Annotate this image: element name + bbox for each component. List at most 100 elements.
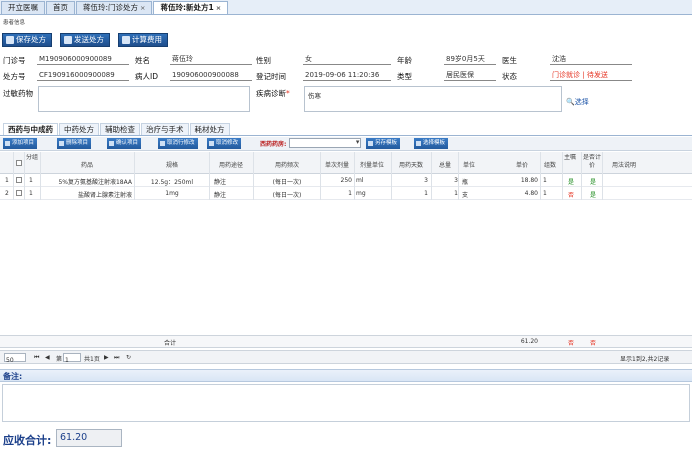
remarks-textarea[interactable]: [2, 384, 690, 422]
close-icon[interactable]: ×: [140, 4, 145, 12]
rx-no-field[interactable]: CF190916000900089: [37, 71, 129, 81]
send-icon: [64, 36, 72, 44]
patient-id-field[interactable]: 190906000900088: [170, 71, 252, 81]
subtab-treatment-surgery[interactable]: 治疗与手术: [141, 123, 189, 135]
tab-clinic-prescription[interactable]: 蒋伍玲:门诊处方 ×: [76, 1, 153, 14]
close-icon[interactable]: ×: [216, 4, 221, 12]
cell-groups[interactable]: 1: [543, 190, 547, 197]
tab-home[interactable]: 首页: [46, 1, 75, 14]
cell-unit[interactable]: 支: [462, 190, 468, 199]
cell-days[interactable]: 1: [392, 190, 428, 197]
prescription-grid: 分组 药品 规格 用药途径 用药频次 单次剂量 剂量单位 用药天数 总量 单位 …: [0, 152, 692, 350]
first-page-icon[interactable]: ⏮: [34, 354, 39, 362]
tab-new-prescription[interactable]: 蒋伍玲:新处方1 ×: [153, 1, 229, 14]
refresh-icon[interactable]: ↻: [126, 354, 131, 361]
row-checkbox[interactable]: [16, 190, 22, 198]
cell-frequency[interactable]: (每日一次): [254, 177, 320, 186]
age-field[interactable]: 89岁0月5天: [444, 55, 496, 65]
add-item-button[interactable]: 添加项目: [3, 138, 38, 149]
reg-time-label: 登记时间: [256, 72, 286, 81]
calc-fee-button[interactable]: 计算费用: [118, 33, 168, 47]
cell-groups[interactable]: 1: [543, 177, 547, 184]
col-header-days[interactable]: 用药天数: [392, 160, 430, 169]
send-prescription-button[interactable]: 发送处方: [60, 33, 110, 47]
cell-priced[interactable]: 是: [590, 190, 596, 199]
column-divider: [391, 152, 392, 200]
allergy-textarea[interactable]: [38, 86, 250, 112]
col-header-unit[interactable]: 单位: [458, 160, 480, 169]
cell-main-order[interactable]: 否: [568, 190, 574, 199]
cancel-edit-button[interactable]: 取消修改: [207, 138, 242, 149]
cell-spec[interactable]: 1mg: [136, 190, 208, 197]
cell-group[interactable]: 1: [29, 190, 33, 197]
col-header-route[interactable]: 用药途径: [210, 160, 252, 169]
doctor-field[interactable]: 沈浩: [550, 55, 632, 65]
cell-days[interactable]: 3: [392, 177, 428, 184]
column-divider: [540, 152, 541, 200]
cell-dose-unit[interactable]: ml: [356, 177, 364, 184]
reg-time-field[interactable]: 2019-09-06 11:20:36: [303, 71, 391, 81]
confirm-item-button[interactable]: 确认项目: [107, 138, 142, 149]
row-checkbox[interactable]: [16, 177, 22, 185]
col-header-total[interactable]: 总量: [432, 160, 458, 169]
col-header-frequency[interactable]: 用药频次: [254, 160, 320, 169]
column-divider: [562, 152, 563, 200]
patient-id-label: 病人ID: [135, 72, 158, 81]
cell-unit[interactable]: 瓶: [462, 177, 468, 186]
cell-total[interactable]: 3: [432, 177, 458, 184]
choose-diagnosis-link[interactable]: 🔍选择: [566, 97, 589, 107]
header-checkbox[interactable]: [16, 160, 22, 168]
gender-field[interactable]: 女: [303, 55, 391, 65]
col-header-group[interactable]: 分组: [25, 154, 39, 162]
save-template-button[interactable]: 另存模板: [366, 138, 401, 149]
cell-dose[interactable]: 250: [320, 177, 352, 184]
save-icon: [368, 141, 373, 146]
save-prescription-button[interactable]: 保存处方: [2, 33, 52, 47]
name-field[interactable]: 蒋伍玲: [170, 55, 252, 65]
cell-dose[interactable]: 1: [320, 190, 352, 197]
delete-item-button[interactable]: 删除项目: [57, 138, 92, 149]
column-divider: [602, 152, 603, 200]
cell-main-order[interactable]: 是: [568, 177, 574, 186]
col-header-drug[interactable]: 药品: [42, 160, 132, 169]
cancel-row-edit-button[interactable]: 取消行修改: [158, 138, 198, 149]
type-field[interactable]: 居民医保: [444, 71, 496, 81]
col-header-spec[interactable]: 规格: [136, 160, 208, 169]
clinic-no-field[interactable]: M190906000900089: [37, 55, 129, 65]
next-page-icon[interactable]: ▶: [104, 354, 109, 361]
row-number: 2: [5, 190, 9, 197]
subtab-auxiliary-exam[interactable]: 辅助检查: [100, 123, 140, 135]
prev-page-icon[interactable]: ◀: [45, 354, 50, 361]
cell-frequency[interactable]: (每日一次): [254, 190, 320, 199]
tab-open-order[interactable]: 开立医嘱: [1, 1, 45, 14]
cell-group[interactable]: 1: [29, 177, 33, 184]
last-page-icon[interactable]: ⏭: [114, 354, 119, 362]
col-header-usage[interactable]: 用法说明: [604, 160, 644, 169]
diagnosis-textarea[interactable]: 伤寒: [304, 86, 562, 112]
subtab-consumables[interactable]: 耗材处方: [189, 123, 230, 135]
col-header-groups[interactable]: 组数: [540, 160, 560, 169]
cell-route[interactable]: 静注: [214, 190, 226, 199]
pharmacy-select[interactable]: [289, 138, 362, 148]
cell-dose-unit[interactable]: mg: [356, 190, 366, 197]
age-label: 年龄: [397, 56, 412, 65]
cell-spec[interactable]: 12.5g：250ml: [136, 177, 208, 186]
subtab-chinese-herbal[interactable]: 中药处方: [59, 123, 99, 135]
cancel-icon: [209, 141, 214, 146]
col-header-dose[interactable]: 单次剂量: [320, 160, 354, 169]
col-header-priced[interactable]: 是否计价: [583, 154, 601, 170]
cell-route[interactable]: 静注: [214, 177, 226, 186]
page-size-select[interactable]: 50: [4, 353, 26, 364]
cell-total[interactable]: 1: [432, 190, 458, 197]
cell-price[interactable]: 18.80: [504, 177, 538, 184]
col-header-dose-unit[interactable]: 剂量单位: [354, 160, 390, 169]
col-header-main-order[interactable]: 主嘱: [563, 154, 577, 162]
col-header-price[interactable]: 单价: [504, 160, 540, 169]
cell-drug[interactable]: 5%复方氨基酸注射液18AA: [42, 177, 132, 186]
cell-price[interactable]: 4.80: [504, 190, 538, 197]
cell-drug[interactable]: 盐酸肾上腺素注射液: [42, 190, 132, 199]
cell-priced[interactable]: 是: [590, 177, 596, 186]
subtab-western-medicine[interactable]: 西药与中成药: [3, 123, 58, 135]
page-number-input[interactable]: 1: [63, 353, 81, 364]
select-template-button[interactable]: 选择模板: [414, 138, 449, 149]
